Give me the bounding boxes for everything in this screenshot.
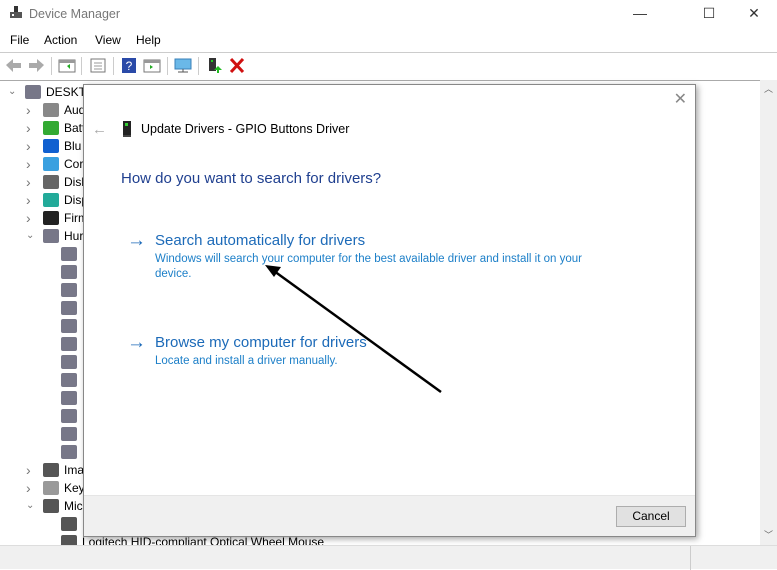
tree-item-label: Key: [64, 481, 85, 495]
window-title: Device Manager: [29, 7, 121, 21]
hid-icon: [61, 355, 77, 369]
device-icon: [123, 121, 131, 137]
toolbar: ?: [0, 52, 777, 78]
device-list-icon[interactable]: [89, 57, 107, 74]
status-divider: [690, 546, 691, 570]
battery-icon: [43, 121, 59, 135]
computer-icon: [25, 85, 41, 99]
monitor-icon: [43, 157, 59, 171]
menu-help[interactable]: Help: [136, 33, 161, 47]
dialog-footer: Cancel: [84, 495, 695, 536]
chevron-down-icon[interactable]: ⌄: [26, 497, 36, 515]
scan-hardware-icon[interactable]: [174, 57, 192, 74]
option-heading[interactable]: Search automatically for drivers: [155, 232, 365, 249]
keyboard-icon: [43, 481, 59, 495]
toolbar-divider: [198, 57, 199, 75]
mouse-icon: [61, 517, 77, 531]
dialog-question: How do you want to search for drivers?: [121, 170, 382, 187]
toolbar-divider: [113, 57, 114, 75]
arrow-right-icon: →: [127, 332, 146, 353]
hid-icon: [61, 319, 77, 333]
action-pane-icon[interactable]: [143, 57, 161, 74]
audio-icon: [43, 103, 59, 117]
status-bar: [0, 545, 777, 570]
chevron-right-icon[interactable]: ›: [26, 155, 36, 173]
hid-icon: [61, 337, 77, 351]
tree-item-label: Blu: [64, 139, 82, 153]
display-adapter-icon: [43, 193, 59, 207]
chevron-right-icon[interactable]: ›: [26, 137, 36, 155]
hid-icon: [61, 247, 77, 261]
chevron-right-icon[interactable]: ›: [26, 173, 36, 191]
tree-item-label: Hur: [64, 229, 84, 243]
dialog-back-button[interactable]: ←: [92, 121, 107, 138]
dialog-close-button[interactable]: ✕: [674, 89, 687, 109]
hid-icon: [61, 265, 77, 279]
menu-action[interactable]: Action: [44, 33, 77, 47]
update-driver-icon[interactable]: [206, 57, 224, 74]
title-bar: Device Manager — ☐ ✕: [0, 0, 777, 28]
menu-view[interactable]: View: [95, 33, 121, 47]
menu-bar: File Action View Help: [0, 30, 777, 50]
close-button[interactable]: ✕: [731, 0, 777, 28]
hid-icon: [61, 283, 77, 297]
chevron-right-icon[interactable]: ›: [26, 191, 36, 209]
disk-icon: [43, 175, 59, 189]
hid-icon: [61, 391, 77, 405]
cancel-button[interactable]: Cancel: [616, 506, 686, 527]
chevron-right-icon[interactable]: ›: [26, 119, 36, 137]
dialog-title: Update Drivers - GPIO Buttons Driver: [141, 122, 350, 136]
properties-window-icon[interactable]: [58, 57, 76, 74]
hid-icon: [61, 445, 77, 459]
chevron-right-icon[interactable]: ›: [26, 101, 36, 119]
minimize-button[interactable]: —: [617, 0, 663, 28]
tree-item-label: Ima: [64, 463, 85, 477]
option-description: Windows will search your computer for th…: [155, 253, 582, 280]
option-description: Locate and install a driver manually.: [155, 355, 338, 367]
chevron-down-icon[interactable]: ⌄: [8, 83, 18, 101]
svg-text:?: ?: [126, 59, 133, 73]
maximize-button[interactable]: ☐: [686, 0, 732, 28]
scroll-up-icon[interactable]: ︿: [764, 82, 773, 95]
device-manager-icon: [10, 6, 22, 18]
hid-icon: [61, 409, 77, 423]
toolbar-divider: [167, 57, 168, 75]
uninstall-icon[interactable]: [228, 57, 246, 74]
arrow-right-icon: →: [127, 230, 146, 251]
hid-icon: [43, 229, 59, 243]
hid-icon: [61, 301, 77, 315]
chevron-right-icon[interactable]: ›: [26, 461, 36, 479]
bluetooth-icon: [43, 139, 59, 153]
hid-icon: [61, 373, 77, 387]
chevron-right-icon[interactable]: ›: [26, 479, 36, 497]
tree-item-label: Cor: [64, 157, 84, 171]
chevron-down-icon[interactable]: ⌄: [26, 227, 36, 245]
scroll-down-icon[interactable]: ﹀: [764, 528, 773, 541]
hid-icon: [61, 427, 77, 441]
tree-item-label: Mic: [64, 499, 83, 513]
vertical-scrollbar[interactable]: ︿ ﹀: [760, 80, 777, 545]
mouse-icon: [43, 499, 59, 513]
menu-file[interactable]: File: [10, 33, 29, 47]
toolbar-divider: [81, 57, 82, 75]
forward-icon[interactable]: [27, 57, 45, 74]
toolbar-divider: [51, 57, 52, 75]
update-drivers-dialog: ✕ ← Update Drivers - GPIO Buttons Driver…: [83, 84, 696, 537]
firmware-icon: [43, 211, 59, 225]
back-icon[interactable]: [5, 57, 23, 74]
help-icon[interactable]: ?: [120, 57, 138, 74]
option-heading[interactable]: Browse my computer for drivers: [155, 334, 367, 351]
chevron-right-icon[interactable]: ›: [26, 209, 36, 227]
camera-icon: [43, 463, 59, 477]
